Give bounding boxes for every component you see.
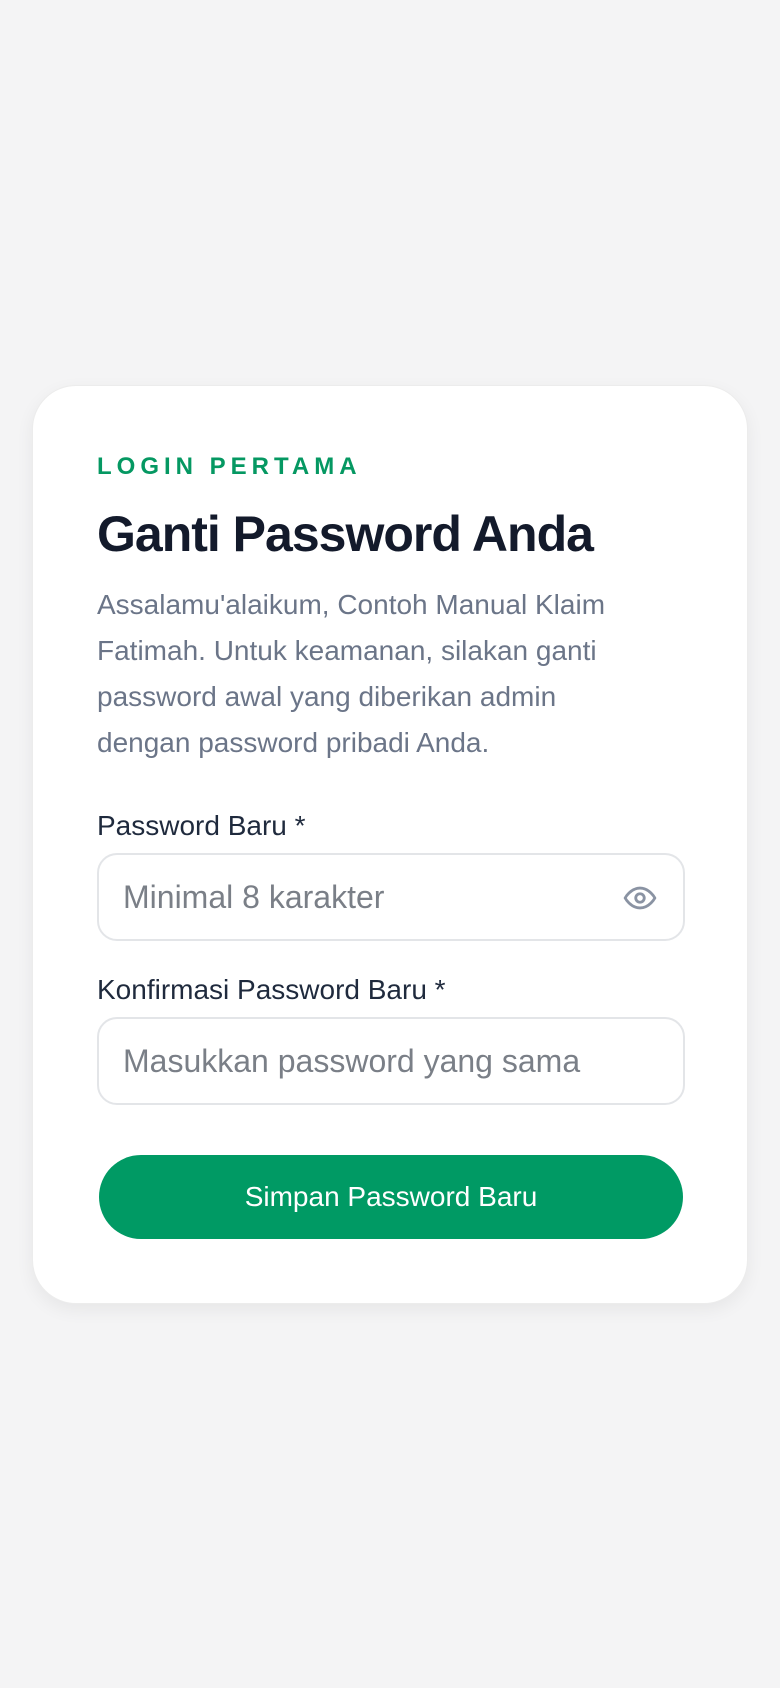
confirm-password-field [97, 1017, 685, 1105]
confirm-password-input[interactable] [123, 1019, 623, 1103]
new-password-input[interactable] [123, 855, 623, 939]
eyebrow-label: LOGIN PERTAMA [97, 453, 362, 480]
eye-icon[interactable] [623, 881, 657, 915]
new-password-field [97, 853, 685, 941]
save-password-button[interactable]: Simpan Password Baru [99, 1155, 683, 1239]
confirm-password-label: Konfirmasi Password Baru * [97, 974, 446, 1005]
page-description: Assalamu'alaikum, Contoh Manual Klaim Fa… [97, 589, 606, 758]
new-password-label: Password Baru * [97, 810, 306, 841]
page-title: Ganti Password Anda [97, 506, 594, 562]
change-password-card: LOGIN PERTAMA Ganti Password Anda Assala… [32, 385, 748, 1304]
